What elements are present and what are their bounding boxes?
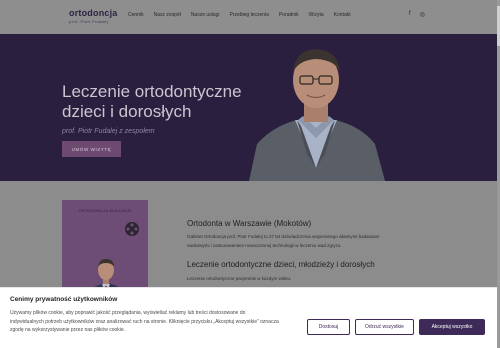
logo-subtitle: prof. Piotr Fudalej — [69, 19, 109, 24]
instagram-icon[interactable]: ◎ — [420, 11, 425, 18]
doctor-photo — [243, 40, 389, 181]
nav-item-zespol[interactable]: Nasz zespół — [154, 12, 181, 18]
film-reel-icon — [125, 222, 139, 236]
hero-subtitle: prof. Piotr Fudalej z zespołem — [62, 128, 155, 135]
cookie-text: Używamy plików cookie, aby poprawić jako… — [10, 309, 300, 335]
section-text-line: naukowymi i zastosowaniem nowoczesnej te… — [187, 242, 342, 248]
section-text-ortodonta: Gabinet Ortodoncja prof. Piotr Fudalej t… — [187, 233, 379, 250]
accept-all-button[interactable]: Akceptuj wszystko — [419, 319, 485, 335]
hero-title: Leczenie ortodontyczne dzieci i dorosłyc… — [62, 82, 242, 122]
social-links: f ◎ — [409, 11, 425, 18]
content-section: ORTODONCJA DLA LUDZI Ortodonta w Warszaw… — [0, 181, 497, 310]
hero-title-line-2: dzieci i dorosłych — [62, 102, 192, 121]
hero-banner: Leczenie ortodontyczne dzieci i dorosłyc… — [0, 34, 497, 181]
customize-cookies-button[interactable]: Dostosuj — [307, 319, 350, 335]
nav-item-kontakt[interactable]: Kontakt — [334, 12, 351, 18]
cookie-text-line: Używamy plików cookie, aby poprawić jako… — [10, 310, 246, 316]
cookie-title: Cenimy prywatność użytkowników — [10, 296, 118, 303]
cookie-text-line: indywidualnych potrzeb użytkowników oraz… — [10, 318, 279, 325]
section-heading-ortodonta: Ortodonta w Warszawie (Mokotów) — [187, 219, 312, 228]
reject-all-button[interactable]: Odrzuć wszystkie — [355, 319, 414, 335]
hero-title-line-1: Leczenie ortodontyczne — [62, 82, 242, 101]
section-heading-leczenie: Leczenie ortodontyczne dzieci, młodzieży… — [187, 260, 375, 269]
site-header: ortodoncja prof. Piotr Fudalej Cennik Na… — [0, 0, 500, 34]
nav-item-przebieg[interactable]: Przebieg leczenia — [229, 12, 268, 18]
nav-item-poradnik[interactable]: Poradnik — [279, 12, 299, 18]
book-visit-button[interactable]: UMÓW WIZYTĘ — [62, 141, 121, 157]
book-title: ORTODONCJA DLA LUDZI — [78, 208, 132, 213]
main-nav: Cennik Nasz zespół Nasze usługi Przebieg… — [128, 12, 361, 18]
section-text-line: Gabinet Ortodoncja prof. Piotr Fudalej t… — [187, 234, 380, 239]
nav-item-cennik[interactable]: Cennik — [128, 12, 144, 18]
cookie-text-line: zgodę na wykorzystywanie przez nas plikó… — [10, 327, 126, 334]
cookie-consent-banner: Cenimy prywatność użytkowników Używamy p… — [0, 287, 497, 348]
nav-item-uslugi[interactable]: Nasze usługi — [191, 12, 220, 18]
logo-title: ortodoncja — [69, 8, 118, 18]
site-logo[interactable]: ortodoncja prof. Piotr Fudalej — [69, 8, 118, 24]
section-text-leczenie: Leczenie ortodontyczne pacjentów w każdy… — [187, 276, 292, 281]
nav-item-wizyta[interactable]: Wizyta — [309, 12, 324, 18]
facebook-icon[interactable]: f — [409, 11, 411, 18]
